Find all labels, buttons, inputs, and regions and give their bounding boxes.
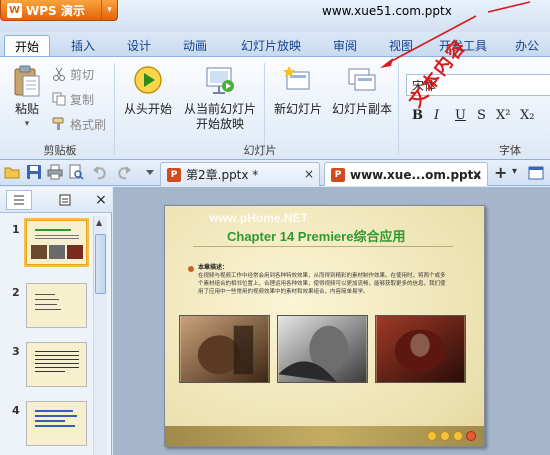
annotation-overlay xyxy=(380,1,531,68)
annotation-arrowhead-icon xyxy=(380,58,393,68)
annotation-tail-line xyxy=(487,1,531,13)
